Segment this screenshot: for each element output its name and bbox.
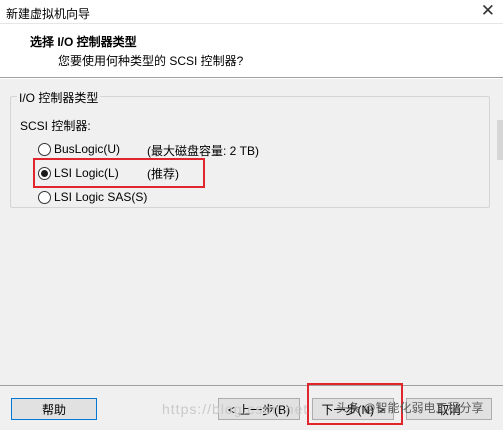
radio-label[interactable]: BusLogic(U)	[54, 142, 120, 156]
wizard-content: I/O 控制器类型 SCSI 控制器: BusLogic(U) (最大磁盘容量:…	[0, 79, 503, 385]
window-title: 新建虚拟机向导	[6, 7, 91, 21]
wizard-header: 选择 I/O 控制器类型 您要使用何种类型的 SCSI 控制器?	[0, 24, 503, 78]
watermark-url: https://blog.csdn.net	[162, 401, 309, 417]
highlight-box	[33, 158, 205, 188]
group-legend: I/O 控制器类型	[17, 89, 101, 106]
radio-buslogic[interactable]: BusLogic(U)	[38, 141, 120, 157]
close-icon[interactable]: ✕	[481, 2, 495, 20]
page-title: 选择 I/O 控制器类型	[30, 35, 137, 49]
radio-button[interactable]	[38, 190, 51, 204]
scrollbar[interactable]	[497, 120, 503, 160]
scsi-controller-label: SCSI 控制器:	[20, 119, 91, 133]
io-controller-group: I/O 控制器类型 SCSI 控制器: BusLogic(U) (最大磁盘容量:…	[10, 89, 490, 208]
radio-label[interactable]: LSI Logic SAS(S)	[54, 190, 147, 204]
watermark-author: 头条 @智能化弱电工程分享	[336, 401, 484, 415]
title-bar: 新建虚拟机向导 ✕	[0, 0, 503, 24]
radio-button[interactable]	[38, 142, 51, 156]
buslogic-note: (最大磁盘容量: 2 TB)	[147, 144, 260, 158]
radio-lsi-logic-sas[interactable]: LSI Logic SAS(S)	[38, 189, 147, 205]
page-subtitle: 您要使用何种类型的 SCSI 控制器?	[58, 54, 244, 68]
help-button[interactable]: 帮助	[11, 398, 97, 420]
